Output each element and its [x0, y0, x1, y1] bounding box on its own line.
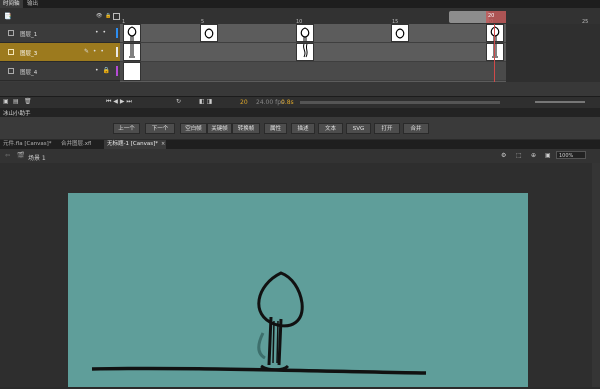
keyframe[interactable] — [486, 43, 504, 61]
frame-span-marker[interactable] — [449, 11, 489, 23]
layer-row[interactable]: 图层_4 • 🔒 — [0, 62, 120, 81]
doc-tab[interactable]: 元件.fla [Canvas]* — [0, 140, 58, 149]
merge-button[interactable]: 合并 — [403, 123, 429, 134]
layer-list: 图层_1 • • 图层_3 ✎ • • 图层_4 • 🔒 — [0, 24, 120, 82]
tab-timeline[interactable]: 时间轴 — [0, 0, 23, 8]
keyframe[interactable] — [486, 24, 504, 42]
layer-color-swatch[interactable] — [116, 47, 118, 57]
next-button[interactable]: 下一个 — [145, 123, 175, 134]
helper-panel-header: 冰山小助手 — [0, 108, 600, 117]
visibility-header-icon[interactable]: 👁 — [96, 13, 102, 19]
doc-tab-active[interactable]: 无标题-1 [Canvas]* — [104, 140, 166, 149]
scene-label[interactable]: 场景 1 — [28, 153, 46, 162]
keyframe[interactable] — [200, 24, 218, 42]
onion-skin-icon[interactable]: ◧ ◨ — [199, 98, 212, 105]
keyframe[interactable] — [123, 24, 141, 42]
timeline-header: 📑 👁 🔒 1 5 10 15 20 25 20 — [0, 8, 600, 25]
edit-bar: ⇦ 🎬 场景 1 ⚙ ⬚ ⊕ ▣ 100% — [0, 149, 600, 164]
current-frame-label: 20 — [488, 13, 495, 19]
zoom-slider[interactable] — [535, 101, 585, 103]
keyframe-button[interactable]: 关键帧 — [207, 123, 232, 134]
layer-color-swatch[interactable] — [116, 28, 118, 38]
layer-name[interactable]: 图层_4 — [20, 68, 37, 76]
timeline-scrollbar[interactable] — [300, 101, 500, 104]
time-readout[interactable]: 0.8s — [281, 99, 294, 106]
panel-tab-strip: 时间轴 输出 — [0, 0, 600, 8]
svg-button[interactable]: SVG — [346, 123, 371, 134]
layer-list-spacer — [0, 82, 600, 96]
new-layer-icon[interactable]: ▣ — [3, 98, 9, 105]
keyframe[interactable] — [296, 43, 314, 61]
document-tabs: 元件.fla [Canvas]* 合并图层.xfl 无标题-1 [Canvas]… — [0, 140, 600, 149]
playhead-line[interactable] — [494, 24, 495, 82]
keyframe[interactable] — [296, 24, 314, 42]
convert-frame-button[interactable]: 转换帧 — [232, 123, 260, 134]
stage-vertical-scrollbar[interactable] — [592, 163, 600, 387]
layer-icon — [8, 68, 14, 74]
loop-icon[interactable]: ↻ — [176, 98, 181, 105]
fps-readout[interactable]: 24.00 fps — [256, 99, 284, 106]
layer-state-dots[interactable]: • • — [95, 29, 107, 36]
stage-canvas[interactable] — [68, 193, 528, 387]
keyframe[interactable] — [123, 62, 141, 81]
delete-layer-icon[interactable]: 🗑 — [24, 98, 32, 105]
describe-button[interactable]: 描述 — [291, 123, 315, 134]
prev-button[interactable]: 上一个 — [113, 123, 140, 134]
layer-state-dots[interactable]: ✎ • • — [84, 48, 105, 55]
center-stage-icon[interactable]: ⊕ — [531, 152, 536, 159]
frame-grid[interactable] — [120, 24, 506, 82]
layer-row-selected[interactable]: 图层_3 ✎ • • — [0, 43, 120, 62]
stage-tools-icon[interactable]: ⚙ — [501, 152, 506, 159]
current-frame-readout[interactable]: 20 — [240, 99, 248, 106]
text-button[interactable]: 文本 — [318, 123, 343, 134]
layer-color-swatch[interactable] — [116, 66, 118, 76]
layer-name[interactable]: 图层_1 — [20, 30, 37, 38]
play-controls-icon[interactable]: ⏮ ◀ ▶ ⏭ — [106, 98, 132, 106]
character-drawing[interactable] — [68, 193, 528, 387]
new-folder-icon[interactable]: ▤ — [13, 98, 19, 105]
layer-state-dots[interactable]: • 🔒 — [95, 67, 111, 74]
blank-frame-button[interactable]: 空白帧 — [180, 123, 207, 134]
frame-grid-empty — [506, 24, 600, 82]
property-button[interactable]: 属性 — [264, 123, 287, 134]
back-arrow-icon[interactable]: ⇦ — [5, 152, 10, 159]
clip-icon[interactable]: ⬚ — [516, 152, 522, 159]
tab-output[interactable]: 输出 — [24, 0, 41, 8]
open-button[interactable]: 打开 — [374, 123, 400, 134]
edit-symbol-icon[interactable]: ▣ — [545, 152, 551, 159]
outline-header-icon[interactable] — [113, 13, 120, 20]
layer-icon — [8, 49, 14, 55]
helper-panel: 上一个 下一个 空白帧 关键帧 转换帧 属性 描述 文本 SVG 打开 合并 — [0, 117, 600, 139]
layer-name[interactable]: 图层_3 — [20, 49, 37, 57]
timeline-controls: ▣ ▤ 🗑 ⏮ ◀ ▶ ⏭ ↻ ◧ ◨ 20 24.00 fps 0.8s — [0, 96, 600, 108]
keyframe[interactable] — [391, 24, 409, 42]
close-icon[interactable]: × — [161, 141, 165, 147]
keyframe[interactable] — [123, 43, 141, 61]
lock-header-icon[interactable]: 🔒 — [105, 13, 111, 19]
doc-tab[interactable]: 合并图层.xfl — [58, 140, 104, 149]
helper-panel-title: 冰山小助手 — [3, 111, 31, 117]
layer-icon — [8, 30, 14, 36]
scene-icon: 🎬 — [17, 152, 25, 159]
zoom-select[interactable]: 100% — [556, 151, 586, 159]
frame-row — [120, 62, 506, 81]
timeline-layers-icon: 📑 — [4, 13, 12, 20]
layer-row[interactable]: 图层_1 • • — [0, 24, 120, 43]
